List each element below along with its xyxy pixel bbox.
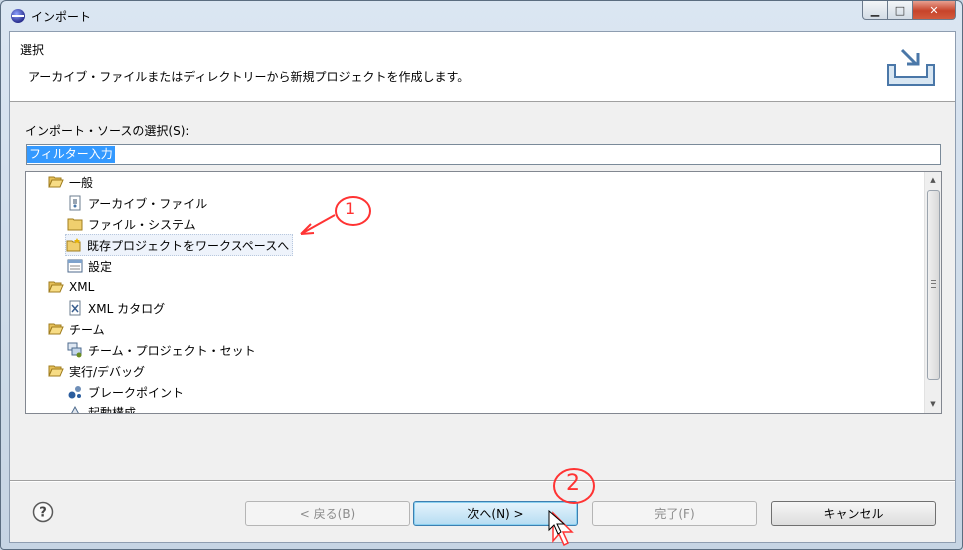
import-wizard-icon [887,48,935,86]
tree-item-label: XML [69,280,95,294]
back-button[interactable]: < 戻る(B) [245,501,410,526]
import-source-tree[interactable]: 一般 アーカイブ・ファイル ファイル・システム 既存プロジェクトをワークスペース… [25,171,942,414]
tree-item-team-project-set[interactable]: チーム・プロジェクト・セット [67,340,256,360]
folder-open-icon [48,323,64,335]
breakpoint-icon [68,386,81,399]
minimize-icon: ▁ [870,3,880,17]
project-icon [66,238,81,252]
grip-icon [931,280,936,288]
eclipse-icon [11,9,25,23]
tree-item-preferences[interactable]: 設定 [67,256,112,276]
folder-open-icon [48,281,64,293]
tree-item-label: 設定 [88,259,113,274]
tree-item-label: 既存プロジェクトをワークスペースへ [87,238,290,253]
minimize-button[interactable]: ▁ [862,1,888,20]
tree-scrollbar[interactable]: ▲ ▼ [924,172,941,413]
tree-item-label: ブレークポイント [88,385,185,400]
scroll-up-button[interactable]: ▲ [925,172,941,188]
tree-item-run-debug[interactable]: 実行/デバッグ [48,361,145,381]
import-source-label: インポート・ソースの選択(S): [25,124,190,138]
archive-file-icon [69,195,81,211]
tree-item-file-system[interactable]: ファイル・システム [67,214,196,234]
tree-item-xml[interactable]: XML [48,277,94,297]
close-icon: ✕ [929,3,939,17]
tree-item-launch-configurations[interactable]: 起動構成 [67,402,137,414]
scroll-thumb[interactable] [927,190,940,380]
preferences-icon [67,259,83,273]
finish-button[interactable]: 完了(F) [592,501,757,526]
team-icon [67,342,82,358]
tree-item-general[interactable]: 一般 [48,172,93,192]
filter-input[interactable] [26,144,941,165]
scroll-down-button[interactable]: ▼ [925,396,941,412]
banner-description: アーカイブ・ファイルまたはディレクトリーから新規プロジェクトを作成します。 [28,70,470,84]
next-button[interactable]: 次へ(N) > [413,501,578,526]
banner-title: 選択 [20,43,45,57]
title-bar[interactable]: インポート ▁ □ ✕ [1,1,962,31]
tree-item-label: 一般 [69,175,94,190]
tree-item-label: 起動構成 [88,405,137,414]
folder-icon [67,218,83,231]
dialog-content: 選択 アーカイブ・ファイルまたはディレクトリーから新規プロジェクトを作成します。… [9,31,956,543]
tree-item-label: ファイル・システム [88,217,196,232]
button-bar-separator [10,480,955,482]
tree-item-label: アーカイブ・ファイル [88,196,208,211]
tree-item-label: チーム [69,322,105,337]
arrow-down-icon: ▼ [930,400,936,408]
folder-open-icon [48,176,64,188]
tree-item-archive-file[interactable]: アーカイブ・ファイル [67,193,207,213]
tree-item-breakpoints[interactable]: ブレークポイント [67,382,184,402]
window-controls: ▁ □ ✕ [862,1,956,20]
help-icon[interactable]: ? [32,501,54,523]
tree-item-label: 実行/デバッグ [69,364,146,379]
tree-item-xml-catalog[interactable]: XML カタログ [67,298,165,318]
import-dialog-window: インポート ▁ □ ✕ 選択 アーカイブ・ファイルまたはディレクトリーから新規プ… [0,0,963,550]
tree-item-label: XML カタログ [88,301,166,316]
tree-item-team[interactable]: チーム [48,319,105,339]
xml-file-icon [69,300,81,316]
close-button[interactable]: ✕ [913,1,956,20]
launch-icon [71,405,79,413]
folder-open-icon [48,365,64,377]
cancel-button[interactable]: キャンセル [771,501,936,526]
arrow-up-icon: ▲ [930,176,936,184]
window-title: インポート [31,10,92,24]
maximize-button[interactable]: □ [888,1,913,20]
maximize-icon: □ [894,3,906,17]
tree-item-existing-projects[interactable]: 既存プロジェクトをワークスペースへ [65,234,294,256]
tree-item-label: チーム・プロジェクト・セット [88,343,256,358]
svg-text:?: ? [39,506,47,521]
wizard-banner: 選択 アーカイブ・ファイルまたはディレクトリーから新規プロジェクトを作成します。 [10,32,955,102]
